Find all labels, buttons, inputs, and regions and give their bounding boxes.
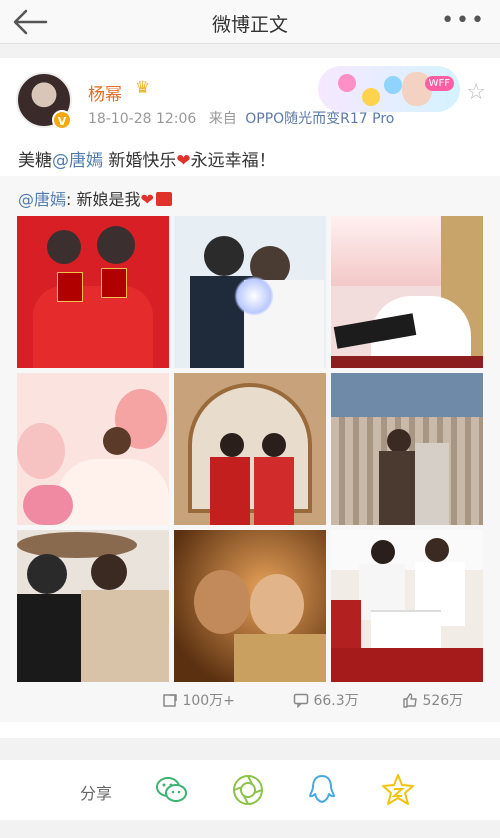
photo-grid: [17, 216, 483, 682]
post-time: 18-10-28 12:06: [88, 111, 197, 127]
top-bar: 微博正文 •••: [0, 0, 500, 44]
crown-icon: ♛: [135, 78, 151, 98]
qq-icon[interactable]: [304, 772, 340, 808]
gift-icon: [155, 192, 172, 206]
comment-count[interactable]: 66.3万: [293, 690, 359, 710]
username[interactable]: 杨幂: [88, 80, 122, 105]
more-options-icon[interactable]: •••: [441, 8, 486, 33]
post-text-part3: 永远幸福！: [190, 151, 276, 171]
heart-icon: ❤: [140, 190, 154, 209]
repost-count[interactable]: 100万+: [162, 690, 235, 710]
photo[interactable]: [174, 373, 326, 525]
repost-box[interactable]: @唐嫣: 新娘是我❤ 100万+ 66.3万 526万: [0, 176, 500, 722]
comment-count-value: 66.3万: [313, 693, 359, 709]
post-text-part2: 新婚快乐: [103, 151, 177, 171]
repost-icon: [163, 694, 177, 707]
post-mention[interactable]: @唐嫣: [52, 151, 103, 171]
post-card: V 杨幂 ♛ 18-10-28 12:06 来自 OPPO随光而变R17 Pro…: [0, 58, 500, 738]
post-text-part1: 美糖: [18, 151, 52, 171]
balloon-icon: [362, 88, 380, 106]
post-source[interactable]: OPPO随光而变R17 Pro: [245, 111, 394, 127]
wechat-icon[interactable]: [154, 772, 190, 808]
thumbs-up-icon: [403, 693, 417, 708]
repost-text: @唐嫣: 新娘是我❤: [18, 186, 172, 210]
moments-icon[interactable]: [230, 772, 266, 808]
photo[interactable]: [17, 373, 169, 525]
photo[interactable]: [17, 530, 169, 682]
decor-tag: WFF: [424, 76, 454, 91]
photo[interactable]: [174, 216, 326, 368]
favorite-star-icon[interactable]: ☆: [466, 80, 486, 105]
repost-body: : 新娘是我: [66, 190, 141, 209]
balloon-icon: [384, 76, 402, 94]
source-prefix: 来自: [208, 111, 237, 127]
photo[interactable]: [174, 530, 326, 682]
share-label: 分享: [80, 784, 113, 803]
photo[interactable]: [331, 216, 483, 368]
post-text: 美糖@唐嫣 新婚快乐❤永远幸福！: [18, 146, 276, 171]
photo[interactable]: [331, 373, 483, 525]
heart-icon: ❤: [176, 151, 191, 171]
repost-count-value: 100万+: [182, 693, 235, 709]
page-title: 微博正文: [211, 14, 288, 36]
share-bar: 分享: [0, 760, 500, 820]
balloon-icon: [338, 74, 356, 92]
like-count-value: 526万: [422, 693, 464, 709]
photo[interactable]: [331, 530, 483, 682]
photo[interactable]: [17, 216, 169, 368]
verified-badge-icon: V: [52, 110, 72, 130]
decor-card[interactable]: WFF: [318, 66, 460, 112]
repost-mention[interactable]: @唐嫣: [18, 190, 66, 209]
like-count[interactable]: 526万: [402, 690, 463, 710]
qzone-star-icon[interactable]: [380, 772, 416, 808]
comment-icon: [293, 693, 309, 709]
